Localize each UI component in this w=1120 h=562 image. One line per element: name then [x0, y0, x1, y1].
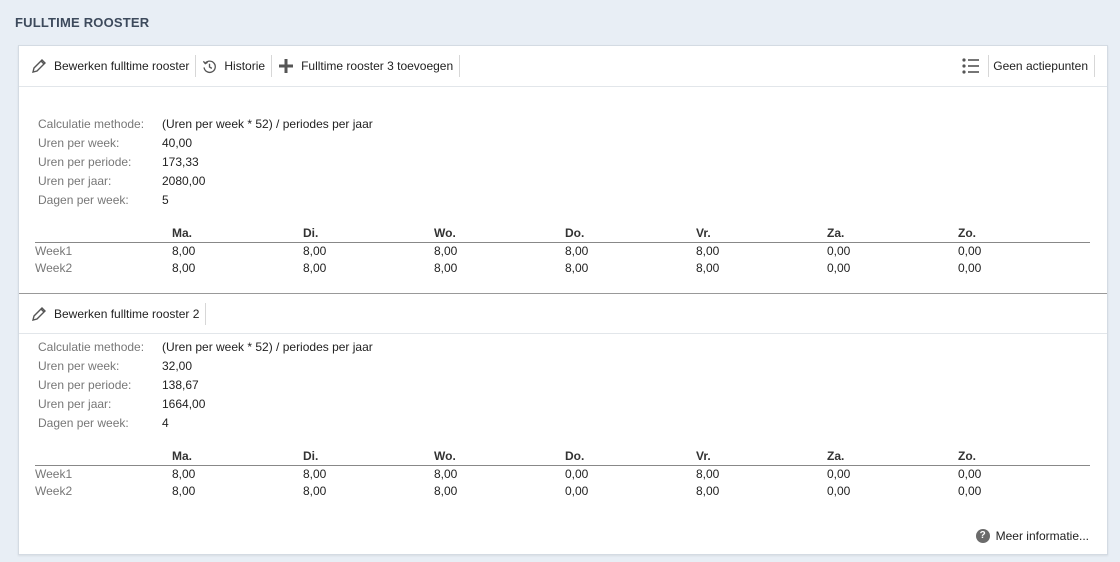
- plus-icon: [279, 59, 294, 73]
- roster-2-schedule-table: Ma. Di. Wo. Do. Vr. Za. Zo. Week1 8,00 8…: [35, 448, 1090, 499]
- hours-year-value: 2080,00: [162, 174, 206, 188]
- hours-cell: 0,00: [827, 260, 851, 275]
- hours-cell: 8,00: [172, 483, 196, 498]
- edit-roster-2-button[interactable]: Bewerken fulltime rooster 2: [31, 302, 207, 325]
- hours-cell: 8,00: [303, 243, 327, 258]
- days-week-label: Dagen per week:: [38, 416, 129, 430]
- add-roster-3-label: Fulltime rooster 3 toevoegen: [301, 59, 454, 73]
- days-week-value: 5: [162, 193, 169, 207]
- list-icon[interactable]: [962, 58, 980, 74]
- hours-week-label: Uren per week:: [38, 136, 120, 150]
- hours-cell: 8,00: [434, 243, 458, 258]
- day-header: Do.: [565, 448, 696, 466]
- hours-cell: 8,00: [303, 260, 327, 275]
- hours-cell: 0,00: [827, 483, 851, 498]
- week-name: Week1: [35, 243, 73, 258]
- week-header: [35, 225, 172, 243]
- pencil-icon: [32, 59, 46, 73]
- hours-week-value: 40,00: [162, 136, 193, 150]
- table-row: Week1 8,00 8,00 8,00 8,00 8,00 0,00 0,00: [35, 242, 1090, 259]
- edit-roster-1-label: Bewerken fulltime rooster: [54, 59, 190, 73]
- day-header: Zo.: [958, 225, 1090, 243]
- roster-1-info: Calculatie methode: (Uren per week * 52) …: [38, 115, 373, 210]
- hours-cell: 0,00: [958, 466, 982, 481]
- table-row: Week1 8,00 8,00 8,00 0,00 8,00 0,00 0,00: [35, 465, 1090, 482]
- hours-year-label: Uren per jaar:: [38, 397, 112, 411]
- history-icon: [203, 60, 217, 73]
- hours-cell: 8,00: [696, 466, 720, 481]
- method-label: Calculatie methode:: [38, 117, 145, 131]
- day-header: Do.: [565, 225, 696, 243]
- days-week-label: Dagen per week:: [38, 193, 129, 207]
- days-week-value: 4: [162, 416, 169, 430]
- roster-2-info: Calculatie methode: (Uren per week * 52) …: [38, 338, 373, 433]
- day-header: Za.: [827, 225, 958, 243]
- hours-cell: 8,00: [434, 483, 458, 498]
- hours-cell: 8,00: [172, 260, 196, 275]
- hours-week-label: Uren per week:: [38, 359, 120, 373]
- hours-cell: 0,00: [565, 466, 589, 481]
- hours-cell: 0,00: [958, 243, 982, 258]
- page-title: FULLTIME ROOSTER: [15, 15, 150, 30]
- edit-roster-1-button[interactable]: Bewerken fulltime rooster: [31, 55, 197, 77]
- week-header: [35, 448, 172, 466]
- hours-year-label: Uren per jaar:: [38, 174, 112, 188]
- hours-period-value: 173,33: [162, 155, 199, 169]
- day-header: Di.: [303, 448, 434, 466]
- hours-cell: 8,00: [172, 466, 196, 481]
- day-header: Vr.: [696, 225, 827, 243]
- action-points-link[interactable]: Geen actiepunten: [988, 55, 1095, 77]
- hours-period-label: Uren per periode:: [38, 378, 132, 392]
- method-value: (Uren per week * 52) / periodes per jaar: [162, 340, 373, 354]
- day-header: Zo.: [958, 448, 1090, 466]
- history-label: Historie: [224, 59, 266, 73]
- roster-panel: Bewerken fulltime rooster Historie Fullt…: [18, 45, 1108, 555]
- roster-1-schedule-table: Ma. Di. Wo. Do. Vr. Za. Zo. Week1 8,00 8…: [35, 225, 1090, 276]
- day-header: Wo.: [434, 448, 565, 466]
- hours-cell: 0,00: [565, 483, 589, 498]
- hours-period-value: 138,67: [162, 378, 199, 392]
- day-header: Ma.: [172, 448, 303, 466]
- hours-cell: 0,00: [958, 260, 982, 275]
- table-row: Week2 8,00 8,00 8,00 8,00 8,00 0,00 0,00: [35, 259, 1090, 276]
- more-info-label: Meer informatie...: [995, 529, 1089, 543]
- hours-cell: 8,00: [434, 466, 458, 481]
- hours-week-value: 32,00: [162, 359, 193, 373]
- hours-cell: 0,00: [827, 243, 851, 258]
- hours-period-label: Uren per periode:: [38, 155, 132, 169]
- toolbar-roster-2: Bewerken fulltime rooster 2: [19, 293, 1107, 334]
- hours-cell: 8,00: [172, 243, 196, 258]
- hours-cell: 8,00: [696, 243, 720, 258]
- hours-year-value: 1664,00: [162, 397, 206, 411]
- pencil-icon: [32, 306, 46, 321]
- edit-roster-2-label: Bewerken fulltime rooster 2: [54, 306, 200, 321]
- hours-cell: 8,00: [696, 483, 720, 498]
- day-header: Di.: [303, 225, 434, 243]
- hours-cell: 8,00: [303, 466, 327, 481]
- hours-cell: 0,00: [958, 483, 982, 498]
- hours-cell: 8,00: [565, 260, 589, 275]
- hours-cell: 8,00: [434, 260, 458, 275]
- table-row: Week2 8,00 8,00 8,00 0,00 8,00 0,00 0,00: [35, 482, 1090, 499]
- hours-cell: 0,00: [827, 466, 851, 481]
- history-button[interactable]: Historie: [202, 55, 273, 77]
- question-icon: ?: [975, 529, 990, 543]
- day-header: Za.: [827, 448, 958, 466]
- method-label: Calculatie methode:: [38, 340, 145, 354]
- add-roster-3-button[interactable]: Fulltime rooster 3 toevoegen: [278, 55, 461, 77]
- day-header: Ma.: [172, 225, 303, 243]
- day-header: Wo.: [434, 225, 565, 243]
- hours-cell: 8,00: [303, 483, 327, 498]
- day-header: Vr.: [696, 448, 827, 466]
- toolbar-roster-1: Bewerken fulltime rooster Historie Fullt…: [19, 46, 1107, 87]
- method-value: (Uren per week * 52) / periodes per jaar: [162, 117, 373, 131]
- week-name: Week2: [35, 260, 73, 275]
- hours-cell: 8,00: [696, 260, 720, 275]
- week-name: Week2: [35, 483, 73, 498]
- more-info-link[interactable]: ? Meer informatie...: [975, 529, 1089, 543]
- week-name: Week1: [35, 466, 73, 481]
- hours-cell: 8,00: [565, 243, 589, 258]
